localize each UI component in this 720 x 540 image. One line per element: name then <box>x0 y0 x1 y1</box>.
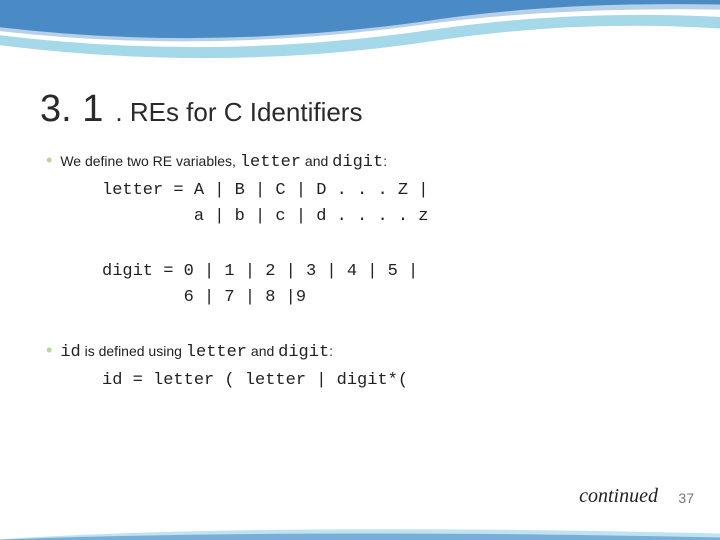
bottom-decoration <box>0 518 720 540</box>
top-decoration <box>0 0 720 80</box>
bullet-item: • We define two RE variables, letter and… <box>46 151 680 172</box>
slide-heading: 3. 1 . REs for C Identifiers <box>40 88 680 131</box>
bullet2-code1: letter <box>186 343 247 362</box>
digit-definition: digit = 0 | 1 | 2 | 3 | 4 | 5 | 6 | 7 | … <box>102 259 680 312</box>
swoosh-icon <box>0 0 720 80</box>
bullet-text: id is defined using letter and digit: <box>60 343 333 362</box>
slide-content: 3. 1 . REs for C Identifiers • We define… <box>40 88 680 395</box>
bullet-item: • id is defined using letter and digit: <box>46 341 680 362</box>
bullet2-code-left: id <box>60 343 80 362</box>
id-definition: id = letter ( letter | digit*( <box>102 368 680 394</box>
bullet2-code2: digit <box>278 343 329 362</box>
bullet1-code2: digit <box>332 153 383 172</box>
bullet1-code1: letter <box>240 153 301 172</box>
bullet-text: We define two RE variables, letter and d… <box>60 153 387 172</box>
continued-label: continued <box>579 485 658 508</box>
bullet1-post: : <box>383 153 387 169</box>
bullet-dot-icon: • <box>46 341 52 359</box>
bullet1-pre: We define two RE variables, <box>60 153 240 169</box>
heading-number: 3. 1 <box>40 88 103 131</box>
bullet2-mid2: and <box>247 343 278 359</box>
page-number: 37 <box>678 490 694 506</box>
letter-definition: letter = A | B | C | D . . . Z | a | b |… <box>102 178 680 231</box>
bullet1-mid: and <box>301 153 332 169</box>
bullet2-mid1: is defined using <box>81 343 186 359</box>
bottom-swoosh-icon <box>0 518 720 540</box>
heading-text: . REs for C Identifiers <box>115 97 362 128</box>
bullet2-post: : <box>329 343 333 359</box>
bullet-dot-icon: • <box>46 151 52 169</box>
